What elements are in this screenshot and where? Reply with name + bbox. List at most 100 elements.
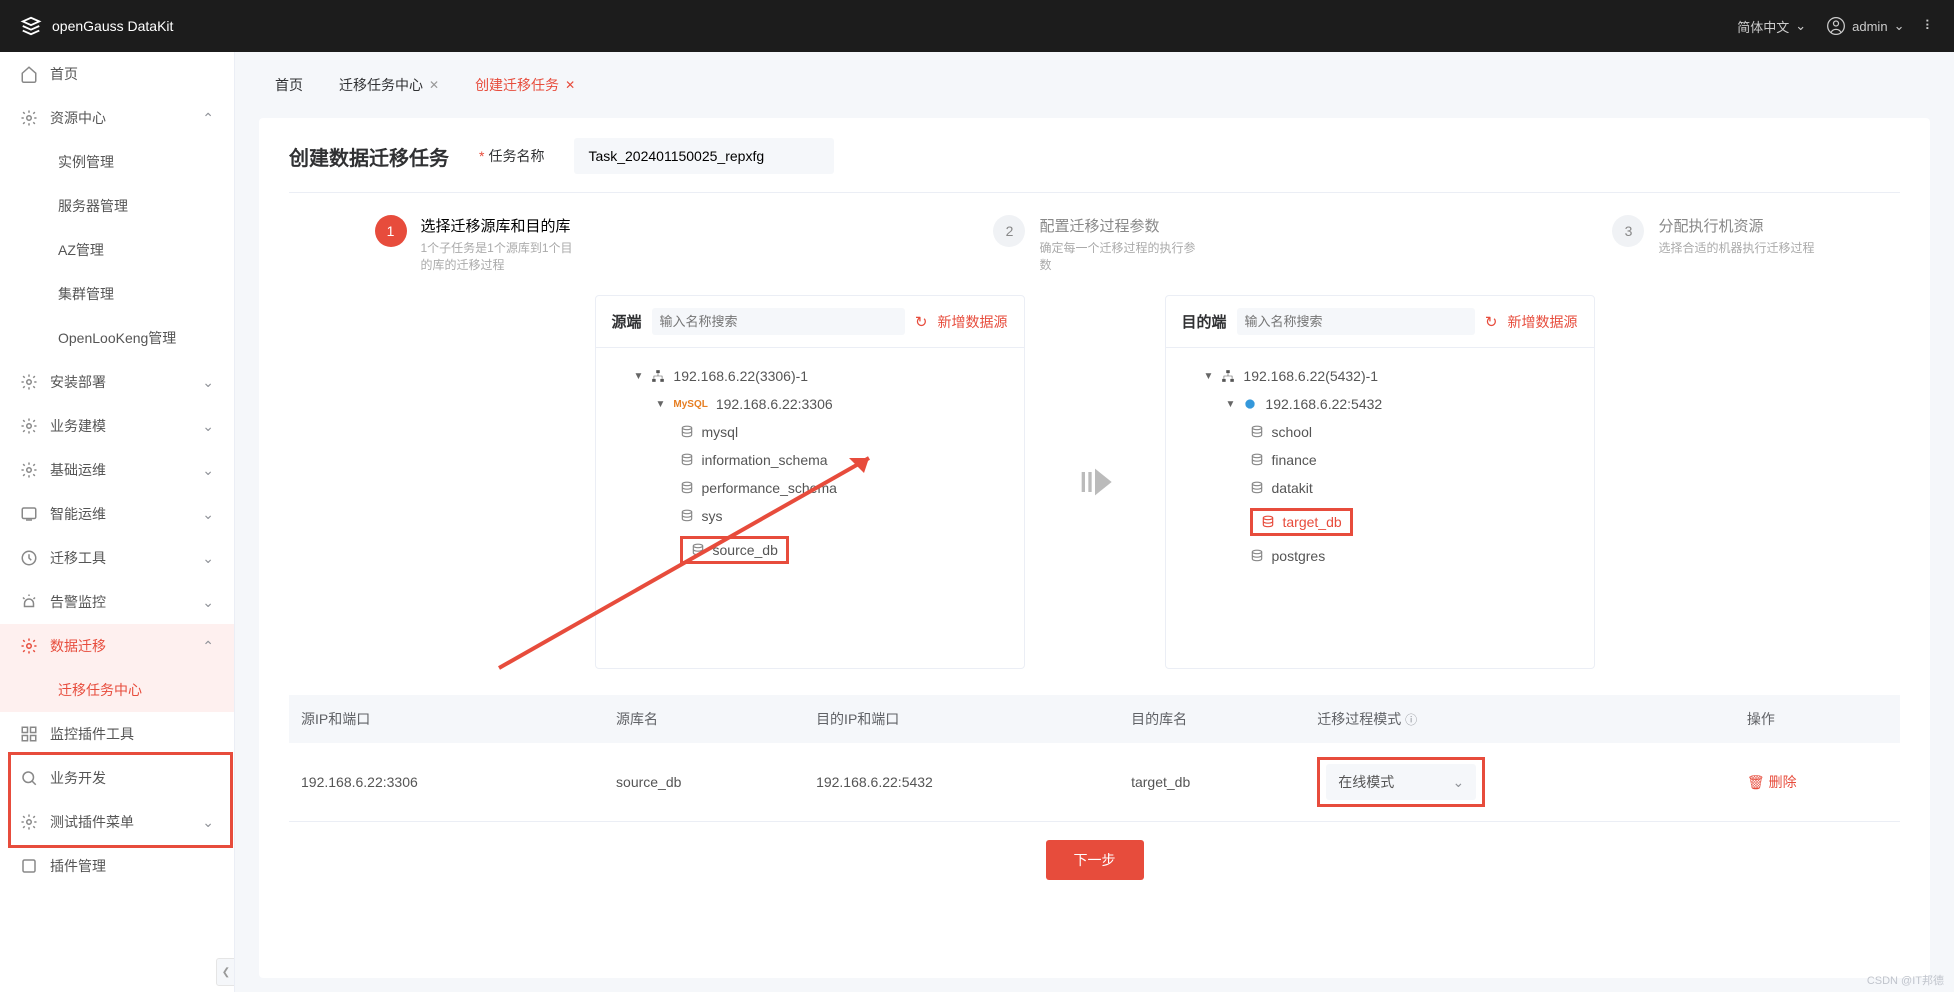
db-label: information_schema <box>702 452 828 468</box>
sidebar-item-test-plugin[interactable]: 测试插件菜单⌄ <box>0 800 234 844</box>
step-desc: 确定每一个迁移过程的执行参数 <box>1039 239 1199 273</box>
target-db-node[interactable]: target_db <box>1186 502 1584 542</box>
source-db-node[interactable]: mysql <box>616 418 1014 446</box>
more-icon[interactable]: ⠇ <box>1924 18 1934 34</box>
sidebar-item-home[interactable]: 首页 <box>0 52 234 96</box>
chevron-icon: ⌄ <box>202 814 214 831</box>
main-area: 首页迁移任务中心✕创建迁移任务✕ 创建数据迁移任务 任务名称 1选择迁移源库和目… <box>235 52 1954 992</box>
sidebar-collapse-handle[interactable]: ❮ <box>216 958 235 986</box>
language-selector[interactable]: 简体中文 ⌄ <box>1737 17 1806 36</box>
refresh-icon[interactable]: ↻ <box>1485 313 1498 331</box>
sitemap-icon <box>651 369 665 383</box>
chevron-down-icon: ⌄ <box>1452 774 1464 791</box>
col-mode: 迁移过程模式 ⓘ <box>1305 695 1735 743</box>
step-title: 选择迁移源库和目的库 <box>421 215 581 236</box>
annotation-box: source_db <box>680 536 789 564</box>
sidebar-item-biz-model[interactable]: 业务建模⌄ <box>0 404 234 448</box>
database-icon <box>680 481 694 495</box>
sidebar-item-biz-dev[interactable]: 业务开发 <box>0 756 234 800</box>
annotation-box: target_db <box>1250 508 1353 536</box>
sidebar-item-data-migrate[interactable]: 数据迁移⌃ <box>0 624 234 668</box>
target-tree: ▼ 192.168.6.22(5432)-1 ▼ 192.168.6.22:54… <box>1166 348 1594 668</box>
target-search-input[interactable] <box>1237 308 1475 335</box>
sidebar-item-deploy[interactable]: 安装部署⌄ <box>0 360 234 404</box>
db-label: datakit <box>1272 480 1313 496</box>
sidebar-item-label: 迁移任务中心 <box>58 680 142 700</box>
source-db-node[interactable]: information_schema <box>616 446 1014 474</box>
sidebar-item-az[interactable]: AZ管理 <box>0 228 234 272</box>
target-host-label: 192.168.6.22(5432)-1 <box>1243 368 1378 384</box>
db-label: performance_schema <box>702 480 837 496</box>
sidebar-item-openlookeng[interactable]: OpenLooKeng管理 <box>0 316 234 360</box>
sidebar-item-migrate-tools[interactable]: 迁移工具⌄ <box>0 536 234 580</box>
content-card: 创建数据迁移任务 任务名称 1选择迁移源库和目的库1个子任务是1个源库到1个目的… <box>259 118 1930 978</box>
target-db-node[interactable]: datakit <box>1186 474 1584 502</box>
database-icon <box>1250 481 1264 495</box>
delete-button[interactable]: 🗑删除 <box>1747 772 1797 792</box>
add-target-link[interactable]: 新增数据源 <box>1508 312 1578 332</box>
source-db-node[interactable]: source_db <box>616 530 1014 570</box>
next-button[interactable]: 下一步 <box>1046 840 1144 880</box>
chevron-icon: ⌄ <box>202 462 214 479</box>
sidebar-item-migrate-task-center[interactable]: 迁移任务中心 <box>0 668 234 712</box>
source-db-node[interactable]: performance_schema <box>616 474 1014 502</box>
tab-task-center-tab[interactable]: 迁移任务中心✕ <box>323 66 455 104</box>
cell-src-db: source_db <box>604 743 804 822</box>
close-icon[interactable]: ✕ <box>429 78 439 92</box>
source-panel: 源端 ↻ 新增数据源 ▼ 192.168.6.22(3306)-1 ▼ <box>595 295 1025 669</box>
close-icon[interactable]: ✕ <box>565 78 575 92</box>
sidebar-item-alarm[interactable]: 告警监控⌄ <box>0 580 234 624</box>
step-3: 3分配执行机资源选择合适的机器执行迁移过程 <box>1612 215 1814 273</box>
watermark: CSDN @IT邦德 <box>1867 972 1944 988</box>
source-db-node[interactable]: sys <box>616 502 1014 530</box>
sidebar-item-plugin-mgmt[interactable]: 插件管理 <box>0 844 234 888</box>
sidebar-item-smart-ops[interactable]: 智能运维⌄ <box>0 492 234 536</box>
mysql-icon: MySQL <box>673 399 707 410</box>
col-dst-ip: 目的IP和端口 <box>804 695 1119 743</box>
caret-down-icon: ▼ <box>1226 399 1236 410</box>
sidebar-item-instance[interactable]: 实例管理 <box>0 140 234 184</box>
source-host-node[interactable]: ▼ 192.168.6.22(3306)-1 <box>616 362 1014 390</box>
mode-select[interactable]: 在线模式 ⌄ <box>1326 764 1476 800</box>
db-label: finance <box>1272 452 1317 468</box>
db-label: postgres <box>1272 548 1326 564</box>
caret-down-icon: ▼ <box>656 399 666 410</box>
step-1: 1选择迁移源库和目的库1个子任务是1个源库到1个目的库的迁移过程 <box>375 215 581 273</box>
source-search-input[interactable] <box>652 308 905 335</box>
menu-icon <box>20 505 38 523</box>
source-conn-node[interactable]: ▼ MySQL 192.168.6.22:3306 <box>616 390 1014 418</box>
target-db-node[interactable]: school <box>1186 418 1584 446</box>
target-db-node[interactable]: postgres <box>1186 542 1584 570</box>
task-name-input[interactable] <box>574 138 834 174</box>
add-source-link[interactable]: 新增数据源 <box>938 312 1008 332</box>
trash-icon: 🗑 <box>1747 774 1765 791</box>
target-host-node[interactable]: ▼ 192.168.6.22(5432)-1 <box>1186 362 1584 390</box>
database-icon <box>1250 549 1264 563</box>
tab-home-tab[interactable]: 首页 <box>259 66 319 104</box>
sidebar-item-server[interactable]: 服务器管理 <box>0 184 234 228</box>
caret-down-icon: ▼ <box>1204 371 1214 382</box>
step-desc: 选择合适的机器执行迁移过程 <box>1658 239 1814 256</box>
sidebar-item-label: 监控插件工具 <box>50 724 134 744</box>
sidebar-item-monitor-plugin[interactable]: 监控插件工具 <box>0 712 234 756</box>
step-2: 2配置迁移过程参数确定每一个迁移过程的执行参数 <box>993 215 1199 273</box>
db-label: sys <box>702 508 723 524</box>
source-conn-label: 192.168.6.22:3306 <box>716 396 833 412</box>
menu-icon <box>20 549 38 567</box>
source-host-label: 192.168.6.22(3306)-1 <box>673 368 808 384</box>
brand: openGauss DataKit <box>20 15 173 37</box>
refresh-icon[interactable]: ↻ <box>915 313 928 331</box>
database-icon <box>1250 425 1264 439</box>
chevron-down-icon: ⌄ <box>1795 18 1806 34</box>
sidebar-item-cluster[interactable]: 集群管理 <box>0 272 234 316</box>
user-menu[interactable]: admin ⌄ <box>1826 16 1904 36</box>
sidebar-item-label: 资源中心 <box>50 108 106 128</box>
tab-create-task-tab[interactable]: 创建迁移任务✕ <box>459 66 591 104</box>
sidebar-item-base-ops[interactable]: 基础运维⌄ <box>0 448 234 492</box>
target-db-node[interactable]: finance <box>1186 446 1584 474</box>
col-src-db: 源库名 <box>604 695 804 743</box>
help-icon[interactable]: ⓘ <box>1405 713 1417 727</box>
target-conn-node[interactable]: ▼ 192.168.6.22:5432 <box>1186 390 1584 418</box>
database-icon <box>691 543 705 557</box>
sidebar-item-resources[interactable]: 资源中心⌃ <box>0 96 234 140</box>
